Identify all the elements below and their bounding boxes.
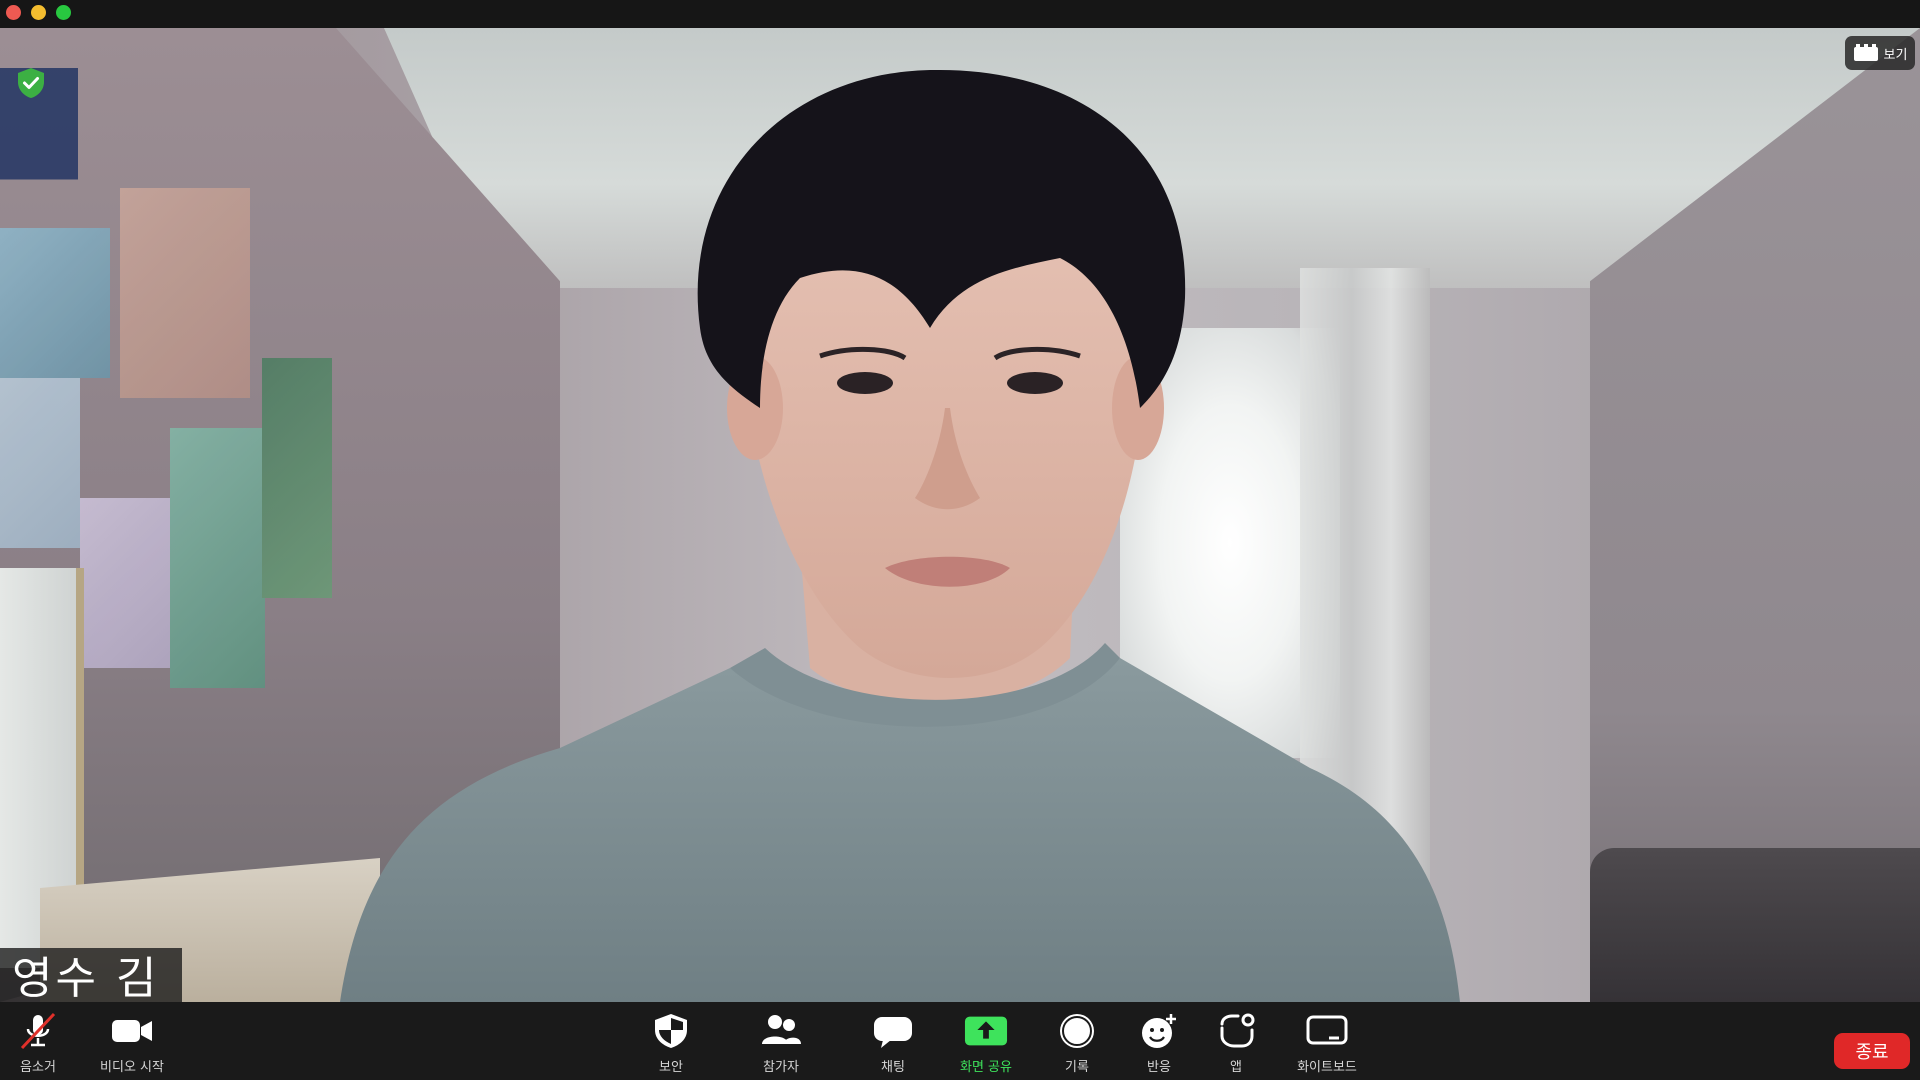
- title-bar: [0, 0, 1920, 28]
- end-meeting-button[interactable]: 종료: [1834, 1033, 1910, 1069]
- security-button[interactable]: 보안: [648, 1012, 694, 1078]
- chat-button[interactable]: 채팅: [870, 1012, 916, 1078]
- microphone-muted-icon: [20, 1012, 56, 1050]
- share-screen-button[interactable]: 화면 공유: [954, 1012, 1018, 1078]
- people-icon: [762, 1015, 801, 1044]
- meeting-toolbar: 음소거 비디오 시작 보안 참가자 채팅 화면 공유 기록 반응 앱 화이트보드: [0, 1002, 1920, 1080]
- smiley-plus-icon: [1142, 1014, 1176, 1048]
- participant-video: 보기 영수 김: [0, 28, 1920, 1002]
- apps-icon: [1220, 1013, 1255, 1048]
- window-close-button[interactable]: [6, 5, 21, 20]
- participants-button[interactable]: 참가자: [756, 1012, 806, 1078]
- start-video-label: 비디오 시작: [100, 1060, 164, 1075]
- whiteboard-icon: [1306, 1015, 1348, 1045]
- mute-label: 음소거: [20, 1060, 56, 1075]
- reactions-button[interactable]: 반응: [1136, 1012, 1182, 1078]
- participant-name-label: 영수 김: [0, 948, 182, 1002]
- security-badge[interactable]: [14, 66, 48, 100]
- security-label: 보안: [659, 1060, 683, 1075]
- share-screen-label: 화면 공유: [960, 1060, 1012, 1075]
- video-camera-icon: [112, 1020, 152, 1042]
- reactions-label: 반응: [1147, 1060, 1171, 1075]
- meeting-window: 보기 영수 김 음소거 비디오 시작 보안 참가자 채팅 화면 공유 기록 반응…: [0, 0, 1920, 1080]
- participant-person: [340, 69, 1460, 1002]
- whiteboard-button[interactable]: 화이트보드: [1290, 1012, 1364, 1078]
- apps-button[interactable]: 앱: [1214, 1012, 1258, 1078]
- record-button[interactable]: 기록: [1054, 1012, 1100, 1078]
- mute-button[interactable]: 음소거: [10, 1012, 66, 1078]
- record-label: 기록: [1065, 1060, 1089, 1075]
- start-video-button[interactable]: 비디오 시작: [92, 1012, 172, 1078]
- window-minimize-button[interactable]: [31, 5, 46, 20]
- record-circle-icon: [1060, 1014, 1094, 1048]
- apps-label: 앱: [1230, 1060, 1242, 1075]
- view-label: 보기: [1883, 47, 1908, 63]
- view-button[interactable]: 보기: [1845, 36, 1915, 70]
- grid-icon: [1853, 44, 1878, 61]
- share-screen-up-arrow-icon: [964, 1016, 1008, 1046]
- chat-bubble-icon: [874, 1017, 912, 1048]
- shield-icon: [655, 1014, 687, 1048]
- whiteboard-label: 화이트보드: [1297, 1060, 1357, 1075]
- chat-label: 채팅: [881, 1060, 905, 1075]
- participants-label: 참가자: [763, 1060, 799, 1075]
- shield-check-icon: [18, 68, 44, 98]
- window-maximize-button[interactable]: [56, 5, 71, 20]
